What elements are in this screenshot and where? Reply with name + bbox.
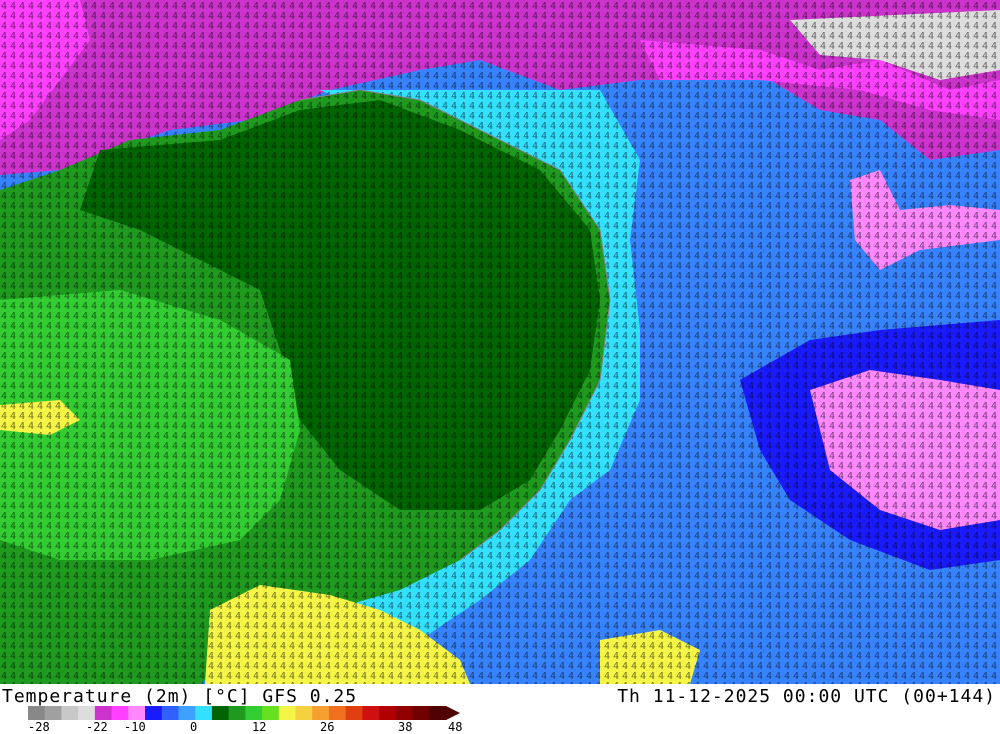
numeric-grid-overlay — [0, 0, 1000, 684]
scale-swatch — [379, 706, 397, 720]
scale-swatch — [395, 706, 414, 720]
scale-swatch — [28, 706, 46, 720]
scale-label: 0 — [190, 720, 198, 734]
scale-label: -28 — [28, 720, 50, 734]
map-canvas: 4 — [0, 0, 1000, 684]
color-scale-labels: -28 -22 -10 0 12 26 38 48 — [0, 720, 470, 734]
map-title: Temperature (2m) [°C] GFS 0.25 — [2, 686, 358, 707]
scale-label: 26 — [320, 720, 335, 734]
scale-swatch — [228, 706, 246, 720]
scale-swatch — [111, 706, 129, 720]
scale-swatch — [78, 706, 96, 720]
map-footer: Temperature (2m) [°C] GFS 0.25 Th 11-12-… — [0, 684, 1000, 734]
scale-swatch — [295, 706, 313, 720]
scale-swatch — [245, 706, 263, 720]
scale-label: 12 — [252, 720, 267, 734]
scale-swatch — [328, 706, 347, 720]
scale-label: -10 — [124, 720, 146, 734]
scale-swatch — [128, 706, 146, 720]
scale-swatch — [345, 706, 363, 720]
scale-swatch — [362, 706, 380, 720]
scale-swatch — [412, 706, 430, 720]
map-timestamp: Th 11-12-2025 00:00 UTC (00+144) — [617, 686, 996, 707]
scale-swatch — [94, 706, 113, 720]
scale-arrow — [446, 706, 460, 720]
scale-swatch — [429, 706, 447, 720]
temperature-map: 4 — [0, 0, 1000, 684]
scale-swatch — [312, 706, 330, 720]
color-scale-bar — [28, 706, 460, 720]
scale-swatch — [145, 706, 163, 720]
scale-label: -22 — [86, 720, 108, 734]
scale-swatch — [195, 706, 213, 720]
scale-swatch — [211, 706, 230, 720]
scale-swatch — [278, 706, 297, 720]
scale-swatch — [44, 706, 62, 720]
scale-swatch — [61, 706, 79, 720]
scale-label: 38 — [398, 720, 413, 734]
scale-swatch — [178, 706, 196, 720]
scale-swatch — [262, 706, 280, 720]
scale-label: 48 — [448, 720, 463, 734]
scale-swatch — [161, 706, 179, 720]
